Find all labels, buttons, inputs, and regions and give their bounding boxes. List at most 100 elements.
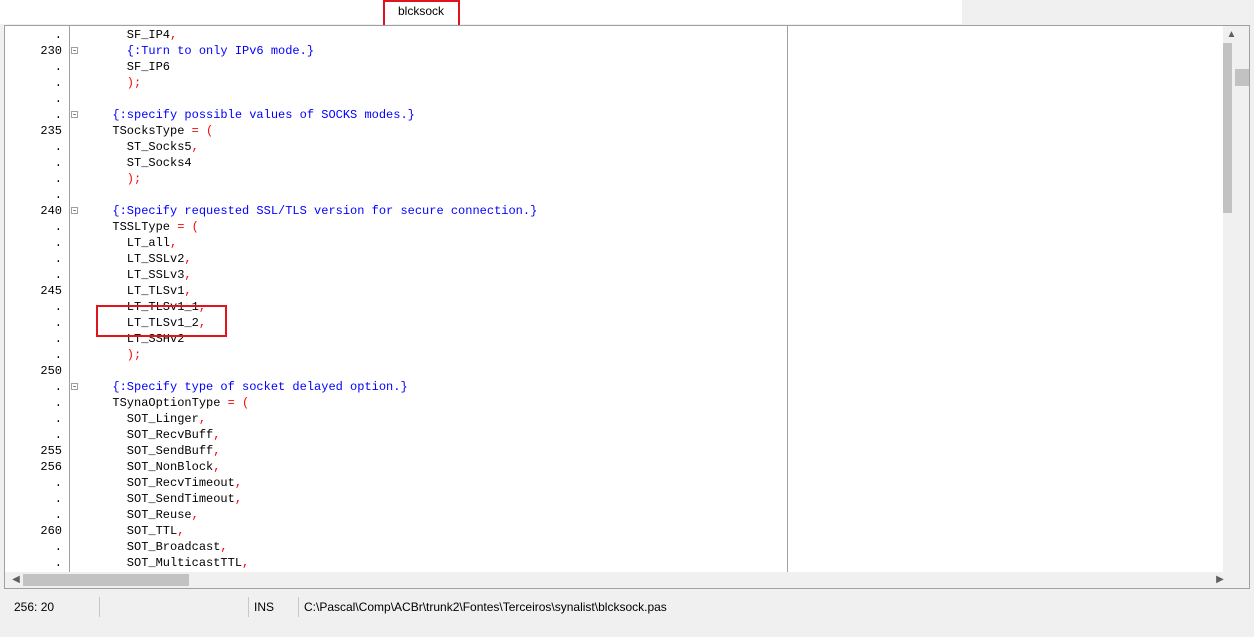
code-symbol: , xyxy=(220,540,228,554)
code-symbol: = ( xyxy=(227,396,250,410)
tab-strip xyxy=(0,0,962,24)
code-line: SF_IP6 xyxy=(98,59,170,75)
code-symbol: , xyxy=(234,492,243,506)
code-identifier: SF_IP6 xyxy=(98,60,171,74)
code-line: LT_SSLv3, xyxy=(98,267,192,283)
status-blank-panel xyxy=(101,595,246,619)
line-number: 240 xyxy=(40,204,62,218)
code-symbol: , xyxy=(184,284,192,298)
code-symbol: , xyxy=(234,476,243,490)
code-line: SOT_RecvBuff, xyxy=(98,427,221,443)
code-comment: {:Specify type of socket delayed option.… xyxy=(98,380,408,394)
code-identifier: SOT_SendTimeout xyxy=(98,492,235,506)
overview-scroll-thumb[interactable] xyxy=(1235,69,1249,86)
line-number: . xyxy=(54,156,62,170)
code-line: {:Specify type of socket delayed option.… xyxy=(98,379,408,395)
code-symbol: , xyxy=(198,300,207,314)
line-number: 250 xyxy=(40,364,62,378)
code-line: {:specify possible values of SOCKS modes… xyxy=(98,107,414,123)
line-number: . xyxy=(54,332,62,346)
code-symbol: , xyxy=(213,444,221,458)
code-line: LT_SSLv2, xyxy=(98,251,192,267)
horizontal-scrollbar[interactable]: ◀ ▶ xyxy=(5,572,1249,588)
status-separator xyxy=(99,597,100,617)
status-separator xyxy=(298,597,299,617)
code-symbol: ); xyxy=(98,76,142,90)
fold-toggle-icon[interactable] xyxy=(71,111,78,118)
code-line: ); xyxy=(98,171,141,187)
line-number: 245 xyxy=(40,284,62,298)
line-number: . xyxy=(54,396,62,410)
code-comment: {:Turn to only IPv6 mode.} xyxy=(98,44,315,58)
code-identifier: SOT_Reuse xyxy=(98,508,192,522)
code-line: ST_Socks5, xyxy=(98,139,199,155)
tab-blcksock[interactable]: blcksock xyxy=(385,0,457,24)
code-identifier: SOT_Broadcast xyxy=(98,540,221,554)
line-number: 260 xyxy=(40,524,62,538)
code-symbol: ); xyxy=(98,172,142,186)
vertical-scrollbar[interactable]: ▲ xyxy=(1223,26,1249,572)
code-symbol: , xyxy=(191,140,199,154)
code-line: LT_TLSv1, xyxy=(98,283,192,299)
line-number: . xyxy=(54,380,62,394)
line-number: . xyxy=(54,76,62,90)
line-number: . xyxy=(54,268,62,282)
line-number: . xyxy=(54,540,62,554)
code-comment: {:Specify requested SSL/TLS version for … xyxy=(98,204,538,218)
scroll-up-arrow-icon[interactable]: ▲ xyxy=(1223,26,1240,43)
line-number: 255 xyxy=(40,444,62,458)
right-margin-line xyxy=(787,26,788,572)
code-line: ); xyxy=(98,347,141,363)
line-number: . xyxy=(54,252,62,266)
fold-toggle-icon[interactable] xyxy=(71,383,78,390)
line-number: . xyxy=(54,476,62,490)
line-number: . xyxy=(54,348,62,362)
line-number: 256 xyxy=(40,460,62,474)
code-identifier: SOT_Linger xyxy=(98,412,199,426)
line-number: . xyxy=(54,316,62,330)
line-number: . xyxy=(54,508,62,522)
line-number: . xyxy=(54,28,62,42)
code-symbol: , xyxy=(198,412,207,426)
code-line: LT_all, xyxy=(98,235,177,251)
code-line: LT_TLSv1_2, xyxy=(98,315,206,331)
horizontal-scroll-thumb[interactable] xyxy=(23,574,189,586)
code-symbol: , xyxy=(184,268,192,282)
code-editor[interactable]: . 230.... 235.... 240.... 245.... 250.... 255 2… xyxy=(4,25,1250,589)
scroll-left-arrow-icon[interactable]: ◀ xyxy=(9,572,23,588)
code-identifier: LT_SSLv3 xyxy=(98,268,185,282)
code-symbol: , xyxy=(170,28,178,42)
cursor-position: 256: 20 xyxy=(14,600,55,614)
code-line: SF_IP4, xyxy=(98,27,177,43)
code-symbol: , xyxy=(242,556,250,570)
fold-toggle-icon[interactable] xyxy=(71,207,78,214)
code-symbol: , xyxy=(213,428,221,442)
status-bar: 256: 20 INS C:\Pascal\Comp\ACBr\trunk2\F… xyxy=(0,595,1254,619)
code-identifier: SOT_TTL xyxy=(98,524,178,538)
line-number: . xyxy=(54,220,62,234)
code-line: SOT_NonBlock, xyxy=(98,459,221,475)
line-number: . xyxy=(54,556,62,570)
scroll-right-arrow-icon[interactable]: ▶ xyxy=(1213,572,1227,588)
code-identifier: LT_TLSv1_1 xyxy=(98,300,199,314)
code-identifier: TSocksType xyxy=(98,124,192,138)
code-line: SOT_SendTimeout, xyxy=(98,491,242,507)
code-identifier: TSynaOptionType xyxy=(98,396,228,410)
code-area[interactable]: SF_IP4, {:Turn to only IPv6 mode.} SF_IP… xyxy=(70,26,1223,572)
vertical-scroll-thumb[interactable] xyxy=(1223,43,1232,213)
code-identifier: LT_TLSv1_2 xyxy=(98,316,199,330)
line-number: . xyxy=(54,428,62,442)
code-symbol: = ( xyxy=(177,220,199,234)
line-number: 235 xyxy=(40,124,62,138)
code-identifier: ST_Socks4 xyxy=(98,156,192,170)
status-separator xyxy=(248,597,249,617)
line-number: . xyxy=(54,412,62,426)
line-number: . xyxy=(54,188,62,202)
code-symbol: , xyxy=(170,236,178,250)
fold-toggle-icon[interactable] xyxy=(71,47,78,54)
line-number: 230 xyxy=(40,44,62,58)
code-identifier: LT_SSLv2 xyxy=(98,252,185,266)
code-line: SOT_MulticastTTL, xyxy=(98,555,249,571)
code-line: SOT_TTL, xyxy=(98,523,185,539)
code-symbol: , xyxy=(191,508,199,522)
